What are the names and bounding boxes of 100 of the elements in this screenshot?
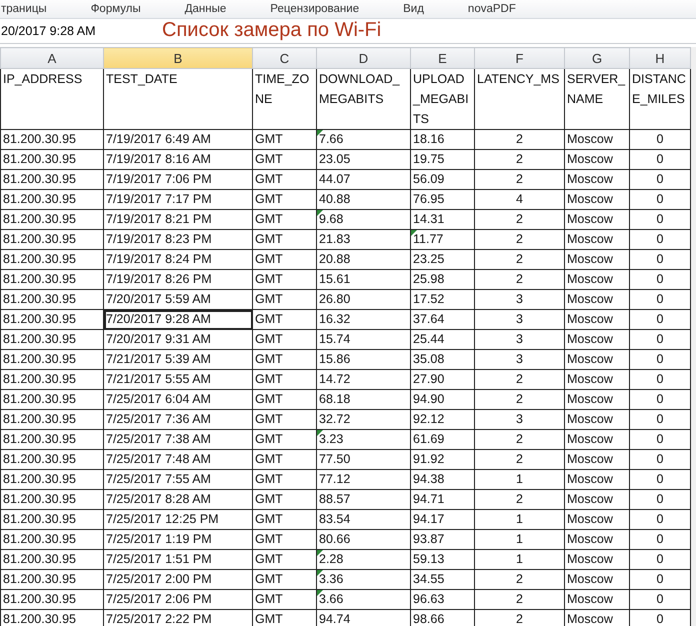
column-letter[interactable]: F <box>474 48 564 68</box>
table-cell: Moscow <box>564 450 630 470</box>
column-letter[interactable]: H <box>630 48 690 68</box>
table-cell: 7/20/2017 9:31 AM <box>104 330 252 350</box>
table-cell: Moscow <box>564 230 630 250</box>
table-cell: 19.75 <box>410 150 474 170</box>
column-letter[interactable]: A <box>0 48 104 68</box>
table-cell: 2 <box>474 430 564 450</box>
table-cell: 7/19/2017 8:16 AM <box>104 150 252 170</box>
table-cell: 4 <box>474 190 564 210</box>
table-cell: 0 <box>630 450 690 470</box>
table-cell: 7/19/2017 8:26 PM <box>104 270 252 290</box>
column-letter[interactable]: G <box>564 48 630 68</box>
table-cell: GMT <box>252 310 316 330</box>
table-cell: 0 <box>630 410 690 430</box>
table-cell: 81.200.30.95 <box>0 270 104 290</box>
table-cell: 0 <box>630 310 690 330</box>
column-letter[interactable]: D <box>316 48 410 68</box>
table-cell: 2 <box>474 570 564 590</box>
table-cell: GMT <box>252 530 316 550</box>
table-cell: 0 <box>630 150 690 170</box>
table-cell: GMT <box>252 270 316 290</box>
table-cell: 16.32 <box>316 310 410 330</box>
table-cell: 94.38 <box>410 470 474 490</box>
table-cell: 40.88 <box>316 190 410 210</box>
table-cell: Moscow <box>564 190 630 210</box>
table-cell: 2 <box>474 250 564 270</box>
table-cell: GMT <box>252 130 316 150</box>
table-cell: 77.12 <box>316 470 410 490</box>
ribbon-tab[interactable]: траницы <box>1 3 47 15</box>
table-cell: 9.68 <box>316 210 410 230</box>
table-cell: 7/25/2017 2:00 PM <box>104 570 252 590</box>
column-letter[interactable]: C <box>252 48 316 68</box>
ribbon-tab[interactable]: Вид <box>403 3 424 15</box>
table-cell: 35.08 <box>410 350 474 370</box>
column-letter[interactable]: E <box>410 48 474 68</box>
ribbon-tab[interactable]: novaPDF <box>468 3 516 15</box>
table-cell: 23.05 <box>316 150 410 170</box>
table-cell: Moscow <box>564 570 630 590</box>
table-cell: GMT <box>252 510 316 530</box>
table-cell: 81.200.30.95 <box>0 210 104 230</box>
table-cell: 0 <box>630 190 690 210</box>
table-cell: 7/25/2017 7:38 AM <box>104 430 252 450</box>
table-cell: GMT <box>252 410 316 430</box>
table-cell: 0 <box>630 530 690 550</box>
table-cell: 81.200.30.95 <box>0 350 104 370</box>
table-cell: GMT <box>252 610 316 626</box>
column-letter[interactable]: B <box>104 48 252 68</box>
table-cell: GMT <box>252 170 316 190</box>
table-cell: 7/21/2017 5:39 AM <box>104 350 252 370</box>
column-header: IP_ADDRESS <box>0 68 104 130</box>
table-cell: Moscow <box>564 330 630 350</box>
table-cell: 61.69 <box>410 430 474 450</box>
table-cell: 81.200.30.95 <box>0 510 104 530</box>
table-cell: 7/25/2017 1:19 PM <box>104 530 252 550</box>
column-header: UPLOAD _MEGABI TS <box>410 68 474 130</box>
table-cell: 68.18 <box>316 390 410 410</box>
table-cell: Moscow <box>564 350 630 370</box>
table-cell: 3 <box>474 350 564 370</box>
table-cell: 81.200.30.95 <box>0 150 104 170</box>
table-cell: 7.66 <box>316 130 410 150</box>
table-cell: 2 <box>474 150 564 170</box>
table-cell: 7/19/2017 8:21 PM <box>104 210 252 230</box>
table-cell: 59.13 <box>410 550 474 570</box>
table-cell: Moscow <box>564 510 630 530</box>
table-cell: 81.200.30.95 <box>0 170 104 190</box>
table-cell: 37.64 <box>410 310 474 330</box>
ribbon-tab[interactable]: Формулы <box>90 3 141 15</box>
table-cell: 81.200.30.95 <box>0 250 104 270</box>
ribbon-tab[interactable]: Данные <box>184 3 226 15</box>
table-cell: GMT <box>252 190 316 210</box>
table-cell: 83.54 <box>316 510 410 530</box>
table-cell: GMT <box>252 430 316 450</box>
table-cell: 3.66 <box>316 590 410 610</box>
table-cell: 7/21/2017 5:55 AM <box>104 370 252 390</box>
table-cell: 0 <box>630 350 690 370</box>
table-cell: Moscow <box>564 150 630 170</box>
table-cell: 7/19/2017 8:23 PM <box>104 230 252 250</box>
table-cell: 7/25/2017 2:06 PM <box>104 590 252 610</box>
selected-cell[interactable]: 7/20/2017 9:28 AM <box>104 310 252 330</box>
table-cell: 81.200.30.95 <box>0 450 104 470</box>
table-cell: 27.90 <box>410 370 474 390</box>
table-cell: GMT <box>252 210 316 230</box>
column-header: TIME_ZO NE <box>252 68 316 130</box>
column-header: LATENCY_MS <box>474 68 564 130</box>
table-cell: 94.17 <box>410 510 474 530</box>
table-cell: Moscow <box>564 390 630 410</box>
table-cell: 0 <box>630 290 690 310</box>
table-cell: 0 <box>630 510 690 530</box>
table-cell: 2 <box>474 230 564 250</box>
table-cell: 26.80 <box>316 290 410 310</box>
table-cell: 2.28 <box>316 550 410 570</box>
table-cell: 3 <box>474 310 564 330</box>
ribbon-tab[interactable]: Рецензирование <box>270 3 360 15</box>
table-cell: 7/19/2017 7:17 PM <box>104 190 252 210</box>
table-cell: 23.25 <box>410 250 474 270</box>
table-cell: 96.63 <box>410 590 474 610</box>
table-cell: 20.88 <box>316 250 410 270</box>
table-cell: 81.200.30.95 <box>0 230 104 250</box>
table-cell: GMT <box>252 550 316 570</box>
